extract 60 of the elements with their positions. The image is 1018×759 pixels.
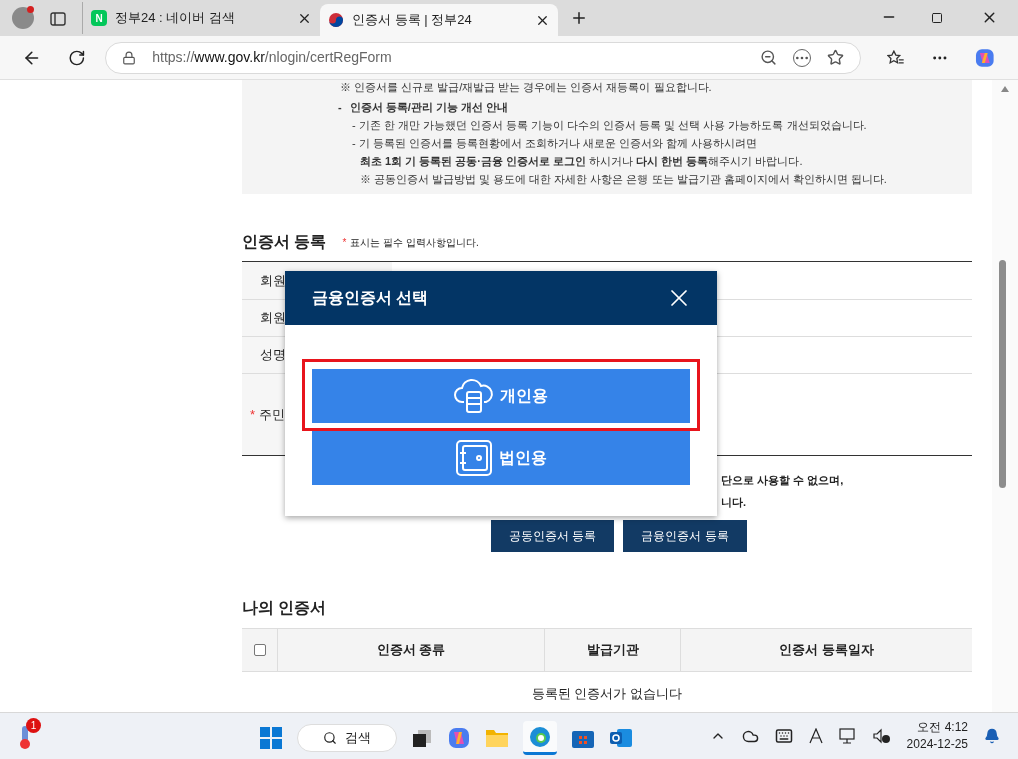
info-text: 단으로 사용할 수 없으며, [720,473,845,488]
browser-tab[interactable]: 인증서 등록 | 정부24 [320,4,558,36]
clock-date: 2024-12-25 [906,736,968,753]
register-button[interactable]: 금융인증서 등록 [623,520,747,552]
site-logo-icon: N [91,10,107,26]
outlook-icon[interactable] [609,727,633,749]
address-bar[interactable]: https://www.gov.kr/nlogin/certRegForm [105,41,862,74]
bell-icon[interactable] [984,728,1000,744]
favorites-icon[interactable] [887,49,905,66]
select-all-checkbox[interactable] [253,644,266,656]
lock-icon[interactable] [122,50,137,65]
network-icon[interactable] [838,728,857,744]
taskbar-search-field[interactable]: 검색 [297,724,397,752]
browser-tab[interactable]: N 정부24 : 네이버 검색 [82,2,320,34]
tab-title: 인증서 등록 | 정부24 [352,11,473,30]
required-note: 표시는 필수 입력사항입니다. [350,235,479,250]
notice-text: 최초 1회 기 등록된 공동·금융 인증서로 로그인 하시거나 다시 한번 등록해주시기 바랍니다. [359,154,804,169]
notification-badge: 1 [26,718,41,733]
reload-icon[interactable] [67,48,86,67]
notice-text: - 기 등록된 인증서를 등록현황에서 조회하거나 새로운 인증서와 함께 사용하시려면 [351,136,759,151]
option-button[interactable]: 법인용 [312,431,690,485]
taegeuk-icon [328,12,344,28]
favorite-star-icon[interactable] [827,49,845,66]
thermometer-icon [18,724,32,750]
empty-message: 등록된 인증서가 없습니다 [530,685,684,703]
column-header: 발급기관 [545,629,681,671]
zoom-out-icon[interactable] [760,49,778,66]
font-icon[interactable] [808,728,823,744]
safe-icon [455,439,493,477]
info-text: 니다. [720,495,748,510]
copilot-app-icon[interactable] [447,726,471,750]
cloud-server-icon [454,378,494,414]
copilot-icon[interactable] [974,46,996,69]
bullet-dash: - [338,100,342,115]
notice-heading: 인증서 등록/관리 기능 개선 안내 [349,100,508,115]
url-text: https://www.gov.kr/nlogin/certRegForm [152,48,393,67]
column-header: 인증서 종류 [278,629,545,671]
column-header: 인증서 등록일자 [778,641,875,660]
register-button[interactable]: 공동인증서 등록 [491,520,615,552]
section-title: 인증서 등록 [242,232,327,252]
muted-speaker-icon[interactable] [872,728,891,744]
clock-time: 오전 4:12 [917,719,968,736]
keyboard-icon[interactable] [774,727,793,745]
maximize-icon[interactable] [931,12,943,24]
search-icon [323,731,337,745]
edge-app-icon[interactable] [523,721,557,755]
section-title: 나의 인증서 [242,598,328,618]
task-view-icon[interactable] [411,727,433,749]
scroll-up-icon[interactable] [1001,86,1009,92]
notice-text: ※ 공동인증서 발급방법 및 용도에 대한 자세한 사항은 은행 또는 발급기관 홈페이지에서 확인하시면 됩니다. [359,172,888,187]
option-button[interactable]: 개인용 [312,369,690,423]
tab-title: 정부24 : 네이버 검색 [115,9,236,28]
required-mark: * [342,235,347,250]
tab-actions-icon[interactable] [50,12,66,26]
notice-text: - 기존 한 개만 가능했던 인증서 등록 기능이 다수의 인증서 등록 및 선택 사용 가능하도록 개선되었습니다. [351,118,868,133]
windows-start-icon[interactable] [259,726,283,750]
profile-avatar-icon[interactable] [12,7,34,29]
notice-text: ※ 인증서를 신규로 발급/재발급 받는 경우에는 인증서 재등록이 필요합니다. [340,80,713,95]
new-tab-icon[interactable] [570,9,588,27]
scrollbar-thumb[interactable] [999,260,1006,488]
